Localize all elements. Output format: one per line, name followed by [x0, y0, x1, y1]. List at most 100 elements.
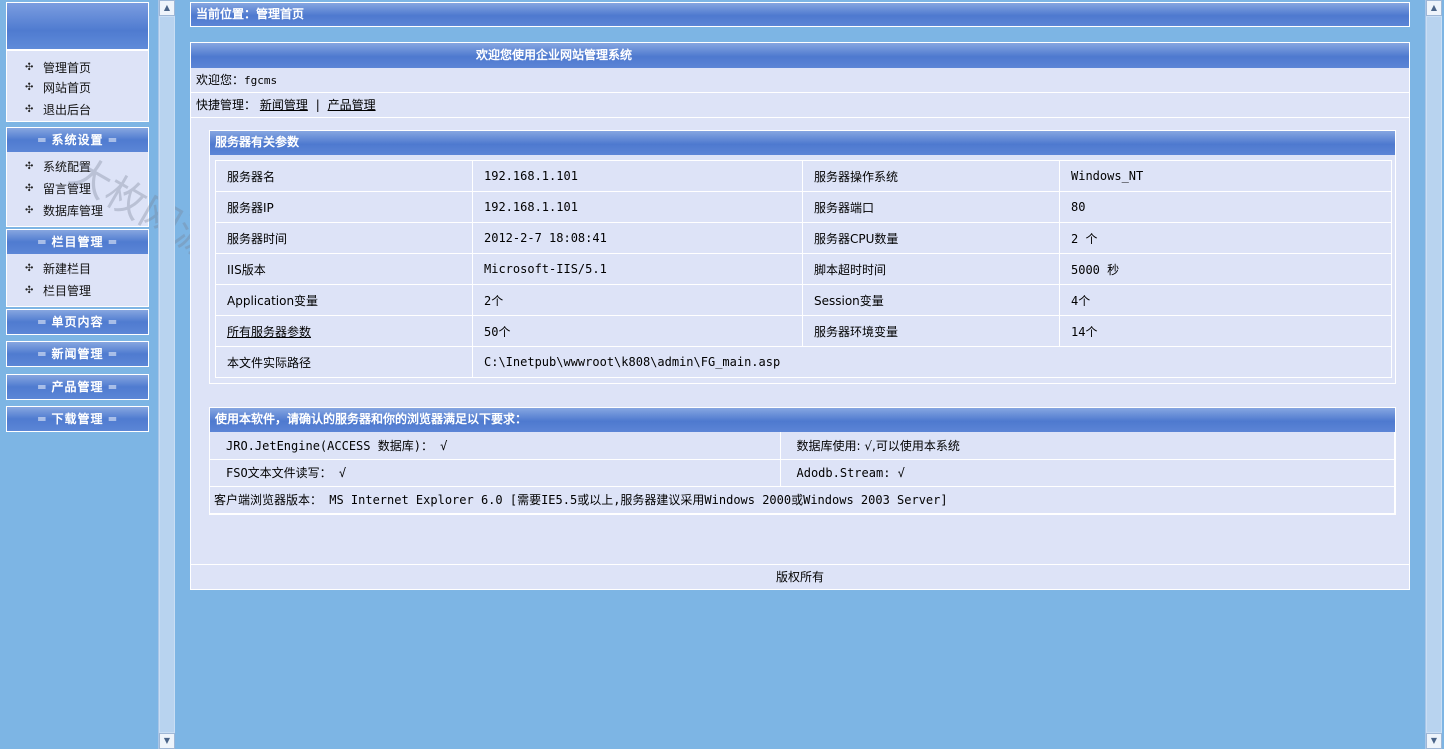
bullet-icon: ✣: [25, 205, 34, 216]
table-cell: Application变量: [215, 284, 473, 316]
table-row: FSO文本文件读写： √ Adodb.Stream: √: [210, 459, 1395, 487]
section-title: 栏目管理: [51, 235, 104, 249]
footer-copyright: 版权所有: [191, 564, 1409, 589]
section-header-download[interactable]: ═ 下载管理 ═: [7, 407, 148, 431]
section-title: 下载管理: [51, 412, 104, 426]
quick-link-products[interactable]: 产品管理: [328, 98, 376, 112]
welcome-label: 欢迎您：: [196, 73, 245, 87]
section-title: 系统设置: [51, 133, 104, 147]
section-title: 产品管理: [51, 380, 104, 394]
quick-link-news[interactable]: 新闻管理: [260, 98, 308, 112]
section-header-page[interactable]: ═ 单页内容 ═: [7, 310, 148, 334]
welcome-row: 欢迎您：fgcms: [191, 68, 1409, 93]
table-row: Application变量 2个 Session变量 4个: [215, 284, 1392, 316]
nav-item-site-home[interactable]: ✣ 网站首页: [7, 77, 148, 99]
table-cell: 服务器操作系统: [802, 160, 1060, 192]
server-params-table: 服务器名 192.168.1.101 服务器操作系统 Windows_NT 服务器IP 1…: [215, 160, 1392, 378]
table-cell: 脚本超时时间: [802, 253, 1060, 285]
nav-item-system-config[interactable]: ✣ 系统配置: [7, 156, 148, 178]
nav-item-admin-home[interactable]: ✣ 管理首页: [7, 57, 148, 79]
scroll-down-icon[interactable]: ▼: [1426, 733, 1442, 749]
sidebar-section-news: ═ 新闻管理 ═: [6, 341, 149, 367]
req-jro: JRO.JetEngine(ACCESS 数据库)： √: [210, 432, 781, 460]
table-row: 服务器名 192.168.1.101 服务器操作系统 Windows_NT: [215, 160, 1392, 192]
section-header-news[interactable]: ═ 新闻管理 ═: [7, 342, 148, 366]
main-scrollbar[interactable]: ▲ ▼: [1425, 0, 1442, 749]
sidebar-banner: [7, 3, 148, 51]
table-cell: 服务器环境变量: [802, 315, 1060, 347]
requirements-title: 使用本软件，请确认的服务器和你的浏览器满足以下要求：: [210, 408, 1395, 432]
table-cell: 服务器CPU数量: [802, 222, 1060, 254]
bullet-icon: ✣: [25, 263, 34, 274]
quick-links-row: 快捷管理： 新闻管理 | 产品管理: [191, 93, 1409, 118]
table-cell: 192.168.1.101: [472, 191, 803, 223]
table-row: 服务器时间 2012-2-7 18:08:41 服务器CPU数量 2 个: [215, 222, 1392, 254]
req-browser: 客户端浏览器版本： MS Internet Explorer 6.0 [需要IE…: [210, 486, 1395, 514]
section-title: 单页内容: [51, 315, 104, 329]
table-cell: Microsoft-IIS/5.1: [472, 253, 803, 285]
table-cell: 2 个: [1059, 222, 1392, 254]
table-cell: Session变量: [802, 284, 1060, 316]
path-value: C:\Inetpub\wwwroot\k808\admin\FG_main.as…: [472, 346, 1392, 378]
table-cell[interactable]: 所有服务器参数: [215, 315, 473, 347]
bullet-icon: ✣: [25, 183, 34, 194]
table-row: 本文件实际路径 C:\Inetpub\wwwroot\k808\admin\FG_…: [215, 346, 1392, 378]
bullet-icon: ✣: [25, 104, 34, 115]
scroll-down-icon[interactable]: ▼: [159, 733, 175, 749]
req-fso: FSO文本文件读写： √: [210, 459, 781, 487]
sidebar-scrollbar[interactable]: ▲ ▼: [158, 0, 175, 749]
sidebar-section-download: ═ 下载管理 ═: [6, 406, 149, 432]
sidebar-section-page: ═ 单页内容 ═: [6, 309, 149, 335]
nav-item-guestbook[interactable]: ✣ 留言管理: [7, 178, 148, 200]
breadcrumb: 当前位置：管理首页: [190, 2, 1410, 27]
section-header-product[interactable]: ═ 产品管理 ═: [7, 375, 148, 399]
section-title: 新闻管理: [51, 347, 104, 361]
table-row: 服务器IP 192.168.1.101 服务器端口 80: [215, 191, 1392, 223]
table-row: IIS版本 Microsoft-IIS/5.1 脚本超时时间 5000 秒: [215, 253, 1392, 285]
bullet-icon: ✣: [25, 62, 34, 73]
table-cell: 服务器名: [215, 160, 473, 192]
table-row: JRO.JetEngine(ACCESS 数据库)： √ 数据库使用: √,可以…: [210, 432, 1395, 460]
table-cell: IIS版本: [215, 253, 473, 285]
scroll-track[interactable]: [1427, 17, 1441, 732]
bullet-icon: ✣: [25, 161, 34, 172]
path-label: 本文件实际路径: [215, 346, 473, 378]
sidebar-section-system: ═ 系统设置 ═ ✣ 系统配置 ✣ 留言管理 ✣ 数据库管理: [6, 127, 149, 227]
section-header-column[interactable]: ═ 栏目管理 ═: [7, 230, 148, 254]
nav-item-database[interactable]: ✣ 数据库管理: [7, 200, 148, 222]
table-cell: 服务器端口: [802, 191, 1060, 223]
table-cell: 5000 秒: [1059, 253, 1392, 285]
table-cell: 2012-2-7 18:08:41: [472, 222, 803, 254]
table-cell: 80: [1059, 191, 1392, 223]
sidebar: ✣ 管理首页 ✣ 网站首页 ✣ 退出后台 ═ 系统设置 ═ ✣ 系统配置 ✣ 留言管…: [0, 0, 258, 749]
sidebar-section-column: ═ 栏目管理 ═ ✣ 新建栏目 ✣ 栏目管理: [6, 229, 149, 307]
server-params-title: 服务器有关参数: [210, 131, 1395, 155]
table-row: 客户端浏览器版本： MS Internet Explorer 6.0 [需要IE…: [210, 486, 1395, 514]
scroll-up-icon[interactable]: ▲: [159, 0, 175, 16]
table-cell: Windows_NT: [1059, 160, 1392, 192]
scroll-track[interactable]: [160, 17, 174, 732]
table-cell: 服务器时间: [215, 222, 473, 254]
section-header-system[interactable]: ═ 系统设置 ═: [7, 128, 148, 152]
table-cell: 192.168.1.101: [472, 160, 803, 192]
main-panel: 欢迎您使用企业网站管理系统 欢迎您：fgcms 快捷管理： 新闻管理 | 产品管…: [190, 42, 1410, 590]
server-params-panel: 服务器有关参数 服务器名 192.168.1.101 服务器操作系统 Windows_…: [209, 130, 1396, 384]
separator: |: [315, 98, 320, 112]
all-server-params-link[interactable]: 所有服务器参数: [227, 325, 311, 339]
nav-item-new-column[interactable]: ✣ 新建栏目: [7, 258, 148, 280]
requirements-panel: 使用本软件，请确认的服务器和你的浏览器满足以下要求： JRO.JetEngine…: [209, 407, 1396, 515]
bullet-icon: ✣: [25, 82, 34, 93]
table-cell: 4个: [1059, 284, 1392, 316]
req-adodb: Adodb.Stream: √: [780, 459, 1395, 487]
table-cell: 50个: [472, 315, 803, 347]
table-cell: 14个: [1059, 315, 1392, 347]
nav-item-column-manage[interactable]: ✣ 栏目管理: [7, 280, 148, 302]
scroll-up-icon[interactable]: ▲: [1426, 0, 1442, 16]
sidebar-section-product: ═ 产品管理 ═: [6, 374, 149, 400]
table-cell: 服务器IP: [215, 191, 473, 223]
username: fgcms: [244, 74, 278, 87]
bullet-icon: ✣: [25, 285, 34, 296]
table-cell: 2个: [472, 284, 803, 316]
nav-item-logout[interactable]: ✣ 退出后台: [7, 99, 148, 121]
req-db: 数据库使用: √,可以使用本系统: [780, 432, 1395, 460]
